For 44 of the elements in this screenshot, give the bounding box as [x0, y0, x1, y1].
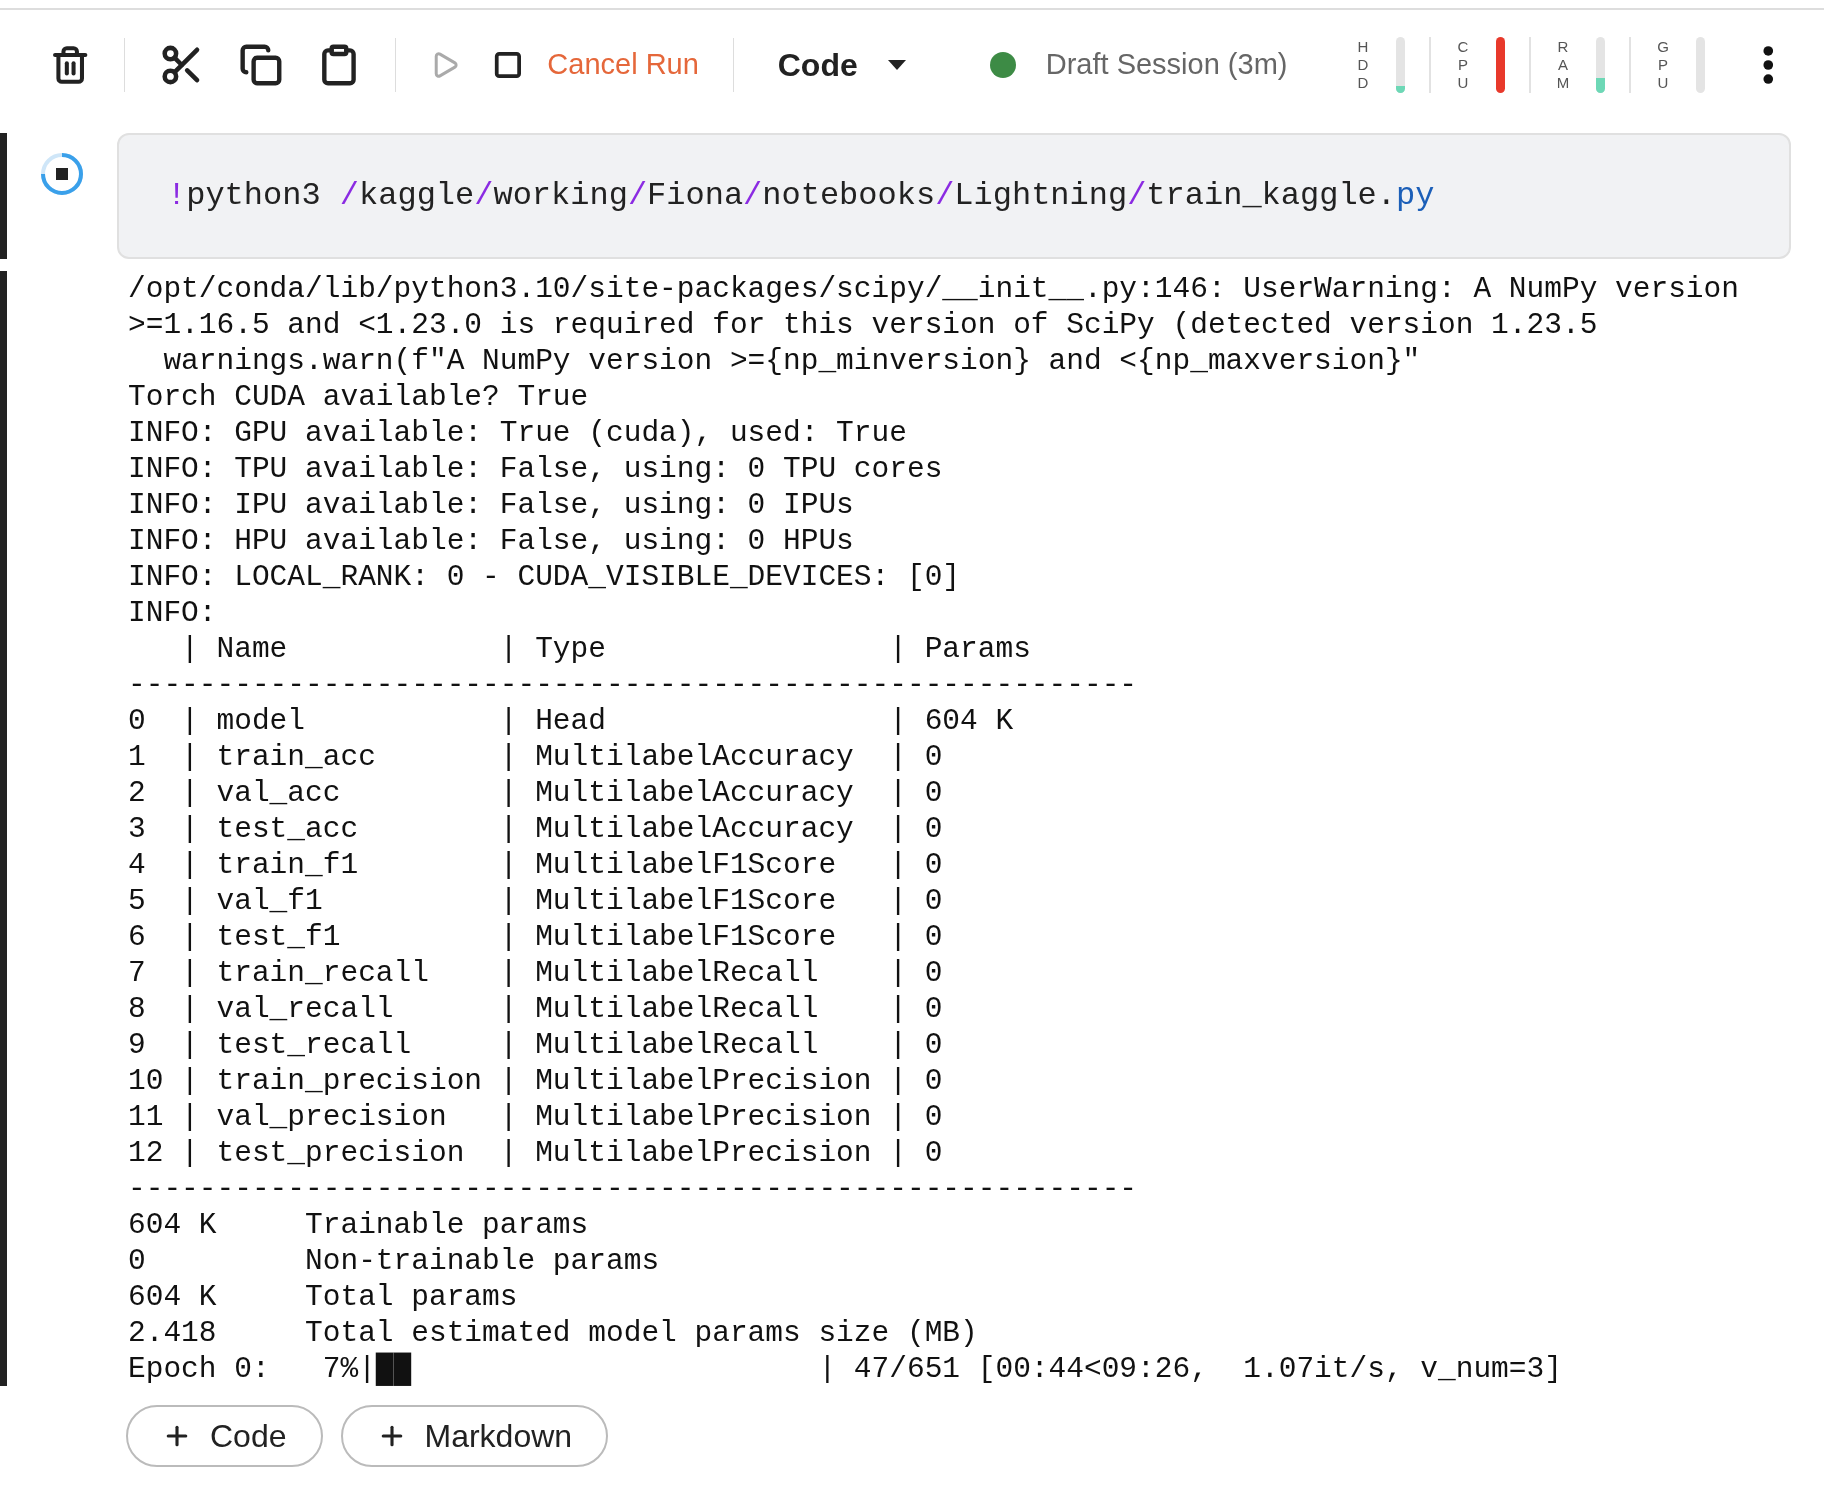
output-line: 9 | test_recall | MultilabelRecall | 0 [128, 1027, 944, 1063]
meter-label: GPU [1656, 38, 1670, 92]
output-line: 10 | train_precision | MultilabelPrecision | 0 [128, 1063, 944, 1099]
output-line: 11 | val_precision | MultilabelPrecision | 0 [128, 1099, 944, 1135]
output-line: 7 | train_recall | MultilabelRecall | 0 [128, 955, 944, 991]
meter-label: RAM [1555, 38, 1571, 92]
output-line: INFO: HPU available: False, using: 0 HPUs [128, 523, 855, 559]
output-line: 8 | val_recall | MultilabelRecall | 0 [128, 991, 944, 1027]
output-line: INFO: IPU available: False, using: 0 IPUs [128, 487, 855, 523]
output-line: warnings.warn(f"A NumPy version >={np_minversion} and <{np_maxversion}" [162, 343, 1422, 379]
output-line: --------------------------------------------------------- [128, 1171, 1139, 1207]
output-line: 5 | val_f1 | MultilabelF1Score | 0 [128, 883, 944, 919]
output-line: 3 | test_acc | MultilabelAccuracy | 0 [128, 811, 944, 847]
running-spinner-icon[interactable] [39, 151, 85, 197]
code-line: !python3 /kaggle/working/Fiona/notebooks/Lightning/train_kaggle.py [167, 176, 1435, 216]
cell-type-dropdown[interactable]: Code [777, 41, 906, 89]
output-line: INFO: [128, 595, 218, 631]
output-line: 4 | train_f1 | MultilabelF1Score | 0 [128, 847, 944, 883]
add-cell-button[interactable]: Code [126, 1405, 323, 1467]
session-status: Draft Session (3m) [1045, 47, 1288, 83]
output-line: >=1.16.5 and <1.23.0 is required for this version of SciPy (detected version 1.23.5 [128, 307, 1599, 343]
output-line: INFO: GPU available: True (cuda), used: True [128, 415, 908, 451]
output-line: INFO: LOCAL_RANK: 0 - CUDA_VISIBLE_DEVICES: [0] [128, 559, 962, 595]
meter-label: HDD [1356, 38, 1370, 92]
output-line: --------------------------------------------------------- [128, 667, 1139, 703]
caret-icon [887, 60, 906, 70]
output-line: Torch CUDA available? True [128, 379, 590, 415]
output-line: /opt/conda/lib/python3.10/site-packages/scipy/__init__.py:146: UserWarning: A NumPy version [128, 271, 1739, 307]
output-line: 2 | val_acc | MultilabelAccuracy | 0 [128, 775, 944, 811]
code-cell[interactable]: !python3 /kaggle/working/Fiona/notebooks/Lightning/train_kaggle.py [117, 133, 1791, 259]
output-line: Epoch 0: 7%|██ | 47/651 [00:44<09:26, 1.07it/s, v_num=3] [128, 1351, 1563, 1387]
output-line: 6 | test_f1 | MultilabelF1Score | 0 [128, 919, 944, 955]
output-line: 604 K Total params [128, 1279, 519, 1315]
output-line: | Name | Type | Params [180, 631, 1032, 667]
output-line: 0 Non-trainable params [128, 1243, 661, 1279]
add-cell-button[interactable]: Markdown [340, 1405, 609, 1467]
more-icon[interactable] [1763, 43, 1774, 87]
output-line: INFO: TPU available: False, using: 0 TPU cores [128, 451, 944, 487]
output-line: 12 | test_precision | MultilabelPrecision | 0 [128, 1135, 944, 1171]
output-line: 0 | model | Head | 604 K [128, 703, 1015, 739]
output-line: 604 K Trainable params [128, 1207, 590, 1243]
meter-label: CPU [1456, 38, 1470, 92]
output-line: 2.418 Total estimated model params size (MB) [128, 1315, 979, 1351]
output-line: 1 | train_acc | MultilabelAccuracy | 0 [128, 739, 944, 775]
